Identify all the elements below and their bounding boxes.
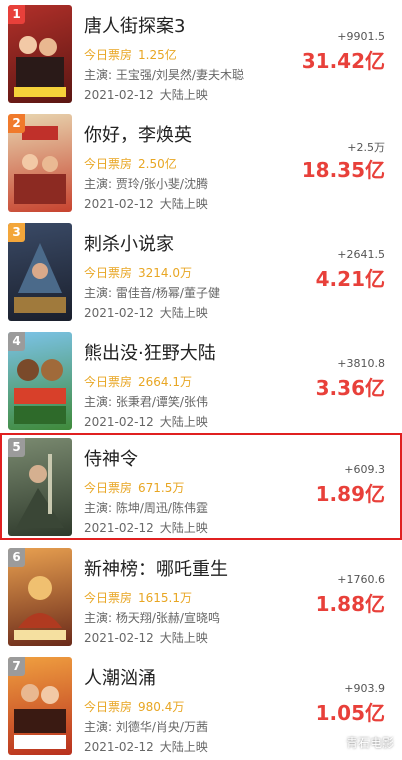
today-label: 今日票房: [84, 375, 133, 389]
realtime-delta: +3810.8: [337, 357, 385, 370]
movie-row-highlighted[interactable]: 5 侍神令 今日票房 671.5万 主演: 陈坤/周迅/陈伟霆 2021-02-1…: [0, 433, 402, 540]
total-box-office: 18.35亿: [301, 158, 385, 182]
today-label: 今日票房: [84, 700, 133, 714]
today-label: 今日票房: [84, 481, 133, 495]
total-box-office: 31.42亿: [301, 49, 385, 73]
rank-badge: 4: [8, 332, 25, 351]
today-box-office: 今日票房 1.25亿: [84, 46, 177, 63]
release-info: 2021-02-12 大陆上映: [84, 86, 208, 103]
today-box-office: 今日票房 2.50亿: [84, 155, 177, 172]
movie-row[interactable]: 4 熊出没·狂野大陆 今日票房 2664.1万 主演: 张秉君/谭笑/张伟 202…: [0, 327, 402, 435]
today-value: 1.25亿: [138, 48, 177, 62]
release-date: 2021-02-12: [84, 197, 154, 211]
total-box-office: 1.88亿: [315, 592, 385, 616]
release-region: 大陆上映: [159, 521, 208, 535]
movie-row[interactable]: 7 人潮汹涌 今日票房 980.4万 主演: 刘德华/肖央/万茜 2021-02-…: [0, 652, 402, 760]
movie-cast: 主演: 雷佳音/杨幂/董子健: [84, 286, 220, 300]
movie-poster[interactable]: 6: [8, 548, 72, 646]
movie-title[interactable]: 唐人街探案3: [84, 12, 185, 38]
release-info: 2021-02-12 大陆上映: [84, 413, 208, 430]
rank-badge: 6: [8, 548, 25, 567]
today-box-office: 今日票房 2664.1万: [84, 373, 192, 390]
movie-cast: 主演: 杨天翔/张赫/宣晓鸣: [84, 611, 220, 625]
movie-cast: 主演: 王宝强/刘昊然/妻夫木聪: [84, 68, 244, 82]
movie-title[interactable]: 熊出没·狂野大陆: [84, 339, 216, 365]
total-box-office: 4.21亿: [315, 267, 385, 291]
release-region: 大陆上映: [159, 740, 208, 754]
movie-title[interactable]: 新神榜：哪吒重生: [84, 555, 228, 581]
movie-poster[interactable]: 3: [8, 223, 72, 321]
release-region: 大陆上映: [159, 415, 208, 429]
release-region: 大陆上映: [159, 631, 208, 645]
rank-badge: 7: [8, 657, 25, 676]
rank-badge: 5: [8, 438, 25, 457]
release-region: 大陆上映: [159, 197, 208, 211]
realtime-delta: +2.5万: [347, 141, 385, 154]
rank-badge: 3: [8, 223, 25, 242]
release-region: 大陆上映: [159, 88, 208, 102]
total-box-office: 3.36亿: [315, 376, 385, 400]
watermark: 青石电影: [345, 736, 394, 750]
realtime-delta: +9901.5: [337, 30, 385, 43]
movie-poster[interactable]: 1: [8, 5, 72, 103]
release-date: 2021-02-12: [84, 521, 154, 535]
today-box-office: 今日票房 980.4万: [84, 698, 184, 715]
movie-poster[interactable]: 4: [8, 332, 72, 430]
movie-title[interactable]: 人潮汹涌: [84, 664, 156, 690]
release-info: 2021-02-12 大陆上映: [84, 629, 208, 646]
realtime-delta: +2641.5: [337, 248, 385, 261]
today-box-office: 今日票房 3214.0万: [84, 264, 192, 281]
release-date: 2021-02-12: [84, 415, 154, 429]
release-info: 2021-02-12 大陆上映: [84, 738, 208, 755]
movie-row[interactable]: 3 刺杀小说家 今日票房 3214.0万 主演: 雷佳音/杨幂/董子健 2021-…: [0, 218, 402, 326]
movie-title[interactable]: 刺杀小说家: [84, 230, 174, 256]
today-label: 今日票房: [84, 591, 133, 605]
today-value: 671.5万: [138, 481, 185, 495]
rank-badge: 1: [8, 5, 25, 24]
movie-title[interactable]: 你好，李焕英: [84, 121, 192, 147]
realtime-delta: +609.3: [344, 463, 385, 476]
today-box-office: 今日票房 671.5万: [84, 479, 184, 496]
total-box-office: 1.89亿: [315, 482, 385, 506]
movie-poster[interactable]: 7: [8, 657, 72, 755]
rank-badge: 2: [8, 114, 25, 133]
today-value: 2.50亿: [138, 157, 177, 171]
release-info: 2021-02-12 大陆上映: [84, 195, 208, 212]
today-value: 980.4万: [138, 700, 185, 714]
today-value: 3214.0万: [138, 266, 193, 280]
box-office-list: 1 唐人街探案3 今日票房 1.25亿 主演: 王宝强/刘昊然/妻夫木聪 2021…: [0, 0, 402, 757]
release-date: 2021-02-12: [84, 631, 154, 645]
today-box-office: 今日票房 1615.1万: [84, 589, 192, 606]
release-info: 2021-02-12 大陆上映: [84, 304, 208, 321]
release-date: 2021-02-12: [84, 306, 154, 320]
realtime-delta: +1760.6: [337, 573, 385, 586]
release-info: 2021-02-12 大陆上映: [84, 519, 208, 536]
release-date: 2021-02-12: [84, 88, 154, 102]
movie-row[interactable]: 2 你好，李焕英 今日票房 2.50亿 主演: 贾玲/张小斐/沈腾 2021-02…: [0, 109, 402, 217]
today-label: 今日票房: [84, 157, 133, 171]
movie-poster[interactable]: 5: [8, 438, 72, 536]
today-value: 1615.1万: [138, 591, 193, 605]
movie-row[interactable]: 1 唐人街探案3 今日票房 1.25亿 主演: 王宝强/刘昊然/妻夫木聪 2021…: [0, 0, 402, 108]
movie-cast: 主演: 刘德华/肖央/万茜: [84, 720, 208, 734]
today-label: 今日票房: [84, 48, 133, 62]
release-region: 大陆上映: [159, 306, 208, 320]
movie-row[interactable]: 6 新神榜：哪吒重生 今日票房 1615.1万 主演: 杨天翔/张赫/宣晓鸣 20…: [0, 543, 402, 651]
today-label: 今日票房: [84, 266, 133, 280]
total-box-office: 1.05亿: [315, 701, 385, 725]
movie-poster[interactable]: 2: [8, 114, 72, 212]
movie-title[interactable]: 侍神令: [84, 445, 138, 471]
movie-cast: 主演: 贾玲/张小斐/沈腾: [84, 177, 208, 191]
movie-cast: 主演: 张秉君/谭笑/张伟: [84, 395, 208, 409]
release-date: 2021-02-12: [84, 740, 154, 754]
today-value: 2664.1万: [138, 375, 193, 389]
movie-cast: 主演: 陈坤/周迅/陈伟霆: [84, 501, 208, 515]
realtime-delta: +903.9: [344, 682, 385, 695]
